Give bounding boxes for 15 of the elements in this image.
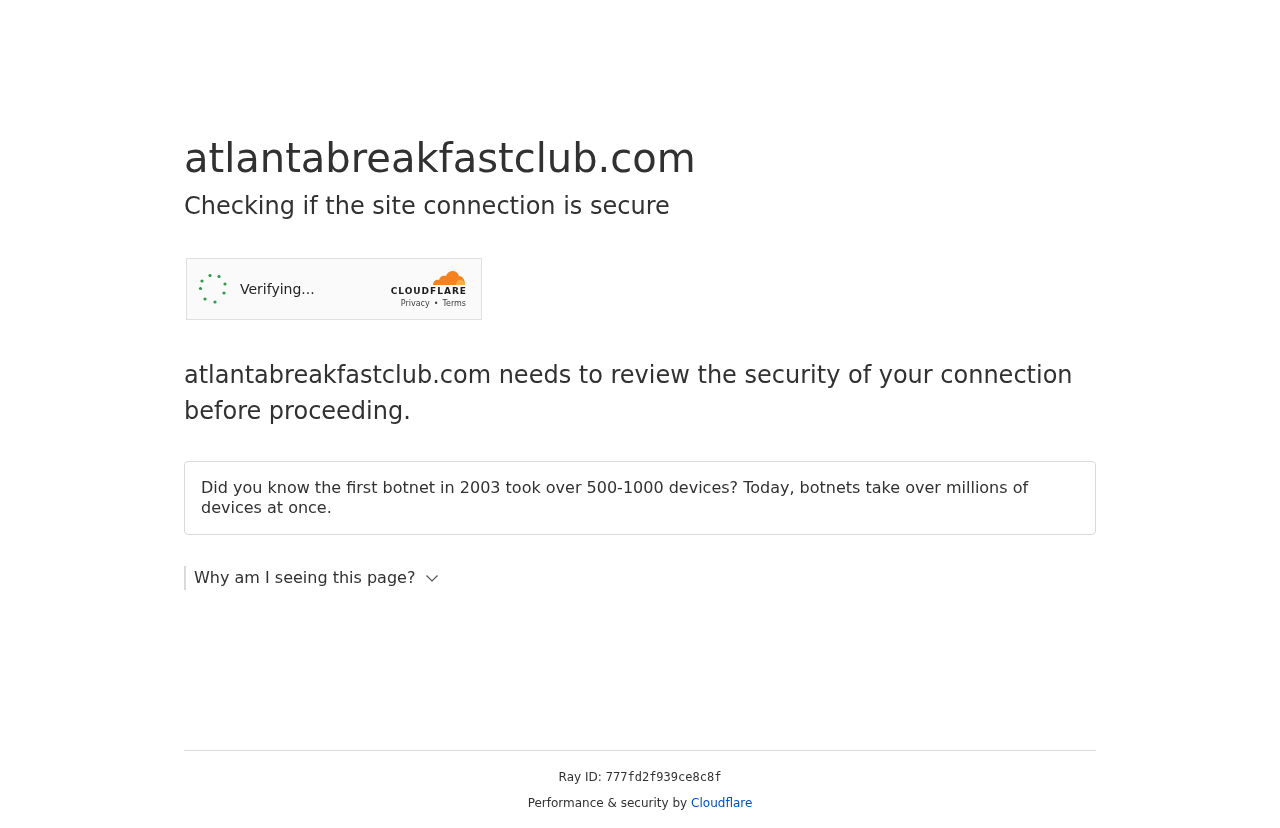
provider-link[interactable]: Cloudflare	[691, 794, 753, 812]
terms-link[interactable]: Terms	[442, 299, 466, 309]
page-subtitle: Checking if the site connection is secure	[184, 191, 670, 221]
ray-id-label: Ray ID:	[558, 769, 602, 786]
cloud-logo-icon	[430, 269, 466, 285]
verifying-status: Verifying...	[240, 280, 315, 298]
logo-wordmark: CLOUDFLARE	[390, 286, 467, 297]
ray-id-value: 777fd2f939ce8c8f	[605, 769, 722, 786]
separator-dot: •	[433, 299, 439, 309]
why-seeing-page-toggle[interactable]: Why am I seeing this page?	[184, 566, 439, 590]
privacy-link[interactable]: Privacy	[400, 299, 430, 309]
site-title: atlantabreakfastclub.com	[184, 134, 696, 182]
security-message: atlantabreakfastclub.com needs to review the security of your connection before proceeding.	[184, 360, 1074, 427]
performance-label: Performance & security by	[527, 795, 688, 812]
fact-text: Did you know the first botnet in 2003 took over 500-1000 devices? Today, botnets take over millions of devices at once.	[201, 478, 1030, 518]
